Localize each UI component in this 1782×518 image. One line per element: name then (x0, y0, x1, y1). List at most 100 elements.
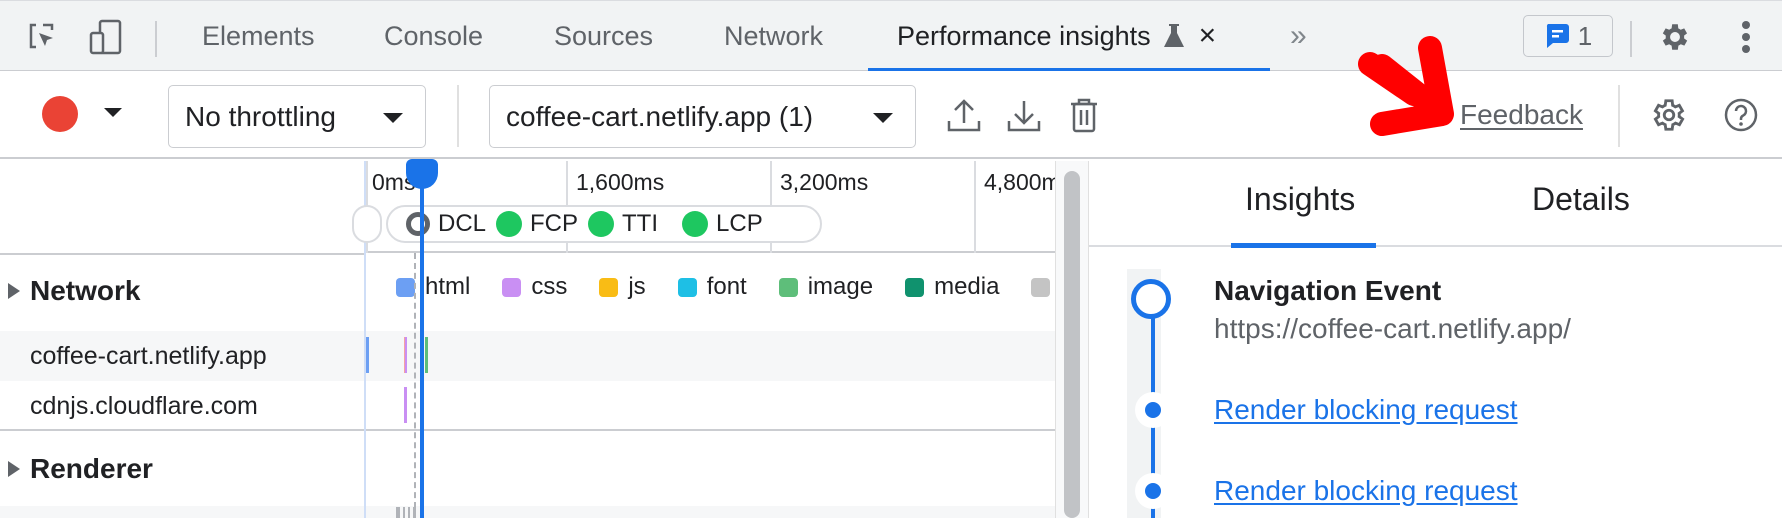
chevron-down-icon (383, 113, 403, 123)
inspect-element-icon[interactable] (24, 19, 60, 55)
ruler-tick (974, 161, 976, 253)
download-icon[interactable] (1002, 91, 1046, 139)
tab-performance-insights[interactable]: Performance insights × (897, 1, 1216, 71)
legend-label: css (531, 273, 568, 300)
marker-lcp-dot (682, 211, 709, 237)
trash-icon[interactable] (1062, 91, 1106, 139)
legend-font: font (677, 273, 747, 301)
issues-counter-button[interactable]: 1 (1523, 15, 1613, 57)
tick-label: 4,800ms (984, 169, 1057, 195)
legend-swatch (502, 277, 522, 297)
insight-node-icon (1145, 483, 1161, 499)
legend-image: image (778, 273, 873, 301)
legend-media: media (905, 273, 999, 301)
side-panel-tabs: Insights Details (1089, 161, 1782, 248)
network-row-label: cdnjs.cloudflare.com (30, 391, 258, 420)
legend-swatch (778, 277, 798, 297)
track-network-label: Network (30, 275, 141, 306)
track-labels-panel: Network coffee-cart.netlify.app cdnjs.cl… (0, 161, 364, 518)
insights-side-panel: Insights Details Navigation Event https:… (1089, 161, 1782, 518)
close-tab-icon[interactable]: × (1199, 19, 1217, 53)
issues-icon (1544, 22, 1570, 50)
navigation-event-url: https://coffee-cart.netlify.app/ (1214, 313, 1571, 344)
settings-icon[interactable] (1647, 91, 1691, 139)
tab-elements[interactable]: Elements (202, 1, 315, 71)
tick-label: 3,200ms (780, 169, 869, 195)
legend-swatch (1031, 277, 1051, 297)
load-marker-icon (406, 212, 430, 236)
kebab-menu-icon[interactable] (1728, 19, 1764, 55)
time-ruler: 0ms 1,600ms 3,200ms 4,800ms DCL FCP TTI … (352, 161, 1057, 253)
recording-value: coffee-cart.netlify.app (1) (506, 100, 814, 132)
network-request-bar[interactable] (404, 387, 407, 423)
tab-details[interactable]: Details (1532, 181, 1630, 218)
performance-insights-toolbar: No throttling coffee-cart.netlify.app (1… (0, 71, 1782, 159)
more-tabs-button[interactable]: » (1290, 1, 1307, 71)
page-markers-pill[interactable]: DCL FCP TTI LCP (386, 205, 822, 243)
network-request-bar[interactable] (404, 337, 407, 373)
legend-label: media (934, 273, 1000, 300)
legend-html: html (396, 273, 470, 301)
network-row-band (366, 331, 1057, 381)
track-renderer-header[interactable]: Renderer (0, 439, 364, 499)
expand-triangle-icon[interactable] (8, 283, 20, 299)
tab-sources[interactable]: Sources (554, 1, 653, 71)
settings-gear-icon[interactable] (1657, 19, 1693, 55)
chevron-down-icon (873, 113, 893, 123)
marker-dcl-label: DCL (438, 210, 487, 237)
renderer-activity-marks (396, 507, 416, 518)
legend-css: css (502, 273, 567, 301)
network-row[interactable]: coffee-cart.netlify.app (0, 331, 364, 381)
insight-link[interactable]: Render blocking request (1214, 475, 1518, 507)
tab-bar-divider (1630, 21, 1632, 57)
insight-link[interactable]: Render blocking request (1214, 394, 1518, 426)
timeline-scrollbar[interactable] (1055, 161, 1089, 518)
tab-label: Elements (202, 20, 315, 51)
tab-insights[interactable]: Insights (1245, 181, 1355, 218)
marker-tti-dot (588, 211, 615, 237)
navigation-event-node-icon (1131, 279, 1171, 319)
record-options-caret-icon[interactable] (104, 108, 122, 117)
legend-swatch (396, 277, 415, 297)
feedback-link[interactable]: Feedback (1460, 99, 1583, 131)
legend-swatch (677, 277, 697, 297)
network-request-bar[interactable] (425, 337, 428, 373)
throttling-value: No throttling (185, 100, 336, 132)
tab-network[interactable]: Network (724, 1, 823, 71)
marker-fcp-label: FCP (530, 210, 579, 237)
legend-label: html (425, 273, 471, 300)
help-icon[interactable] (1719, 91, 1763, 139)
navigation-event-title: Navigation Event (1214, 275, 1442, 306)
network-row[interactable]: cdnjs.cloudflare.com (0, 381, 364, 431)
timeline-area[interactable]: 0ms 1,600ms 3,200ms 4,800ms DCL FCP TTI … (352, 159, 1057, 518)
navigation-marker-pill[interactable] (352, 205, 382, 243)
resource-type-legend: html css js font image media (396, 273, 1092, 301)
toolbar-divider (1618, 85, 1620, 147)
device-toolbar-icon[interactable] (88, 19, 124, 55)
marker-fcp-dot (496, 211, 523, 237)
throttling-select[interactable]: No throttling (168, 85, 426, 148)
legend-swatch (905, 277, 925, 297)
network-row-label: coffee-cart.netlify.app (30, 341, 267, 370)
network-request-bar[interactable] (366, 337, 369, 373)
timeline-playhead[interactable] (420, 161, 424, 518)
scrollbar-thumb[interactable] (1064, 171, 1080, 518)
tab-console[interactable]: Console (384, 1, 483, 71)
marker-tti-label: TTI (622, 210, 659, 237)
insight-node-icon (1145, 402, 1161, 418)
expand-triangle-icon[interactable] (8, 461, 20, 477)
legend-label: js (628, 273, 646, 300)
marker-lcp-label: LCP (716, 210, 763, 237)
track-row-band (0, 506, 364, 518)
dcl-marker-line (414, 253, 416, 518)
upload-icon[interactable] (942, 91, 986, 139)
legend-js: js (599, 273, 646, 301)
legend-swatch (599, 277, 619, 297)
record-button[interactable] (42, 96, 78, 132)
toolbar-divider (457, 85, 459, 147)
tab-label: Sources (554, 20, 654, 51)
renderer-row-band (366, 506, 1057, 518)
track-renderer-label: Renderer (30, 453, 153, 484)
track-network-header[interactable]: Network (0, 261, 364, 321)
recording-select[interactable]: coffee-cart.netlify.app (1) (489, 85, 916, 148)
